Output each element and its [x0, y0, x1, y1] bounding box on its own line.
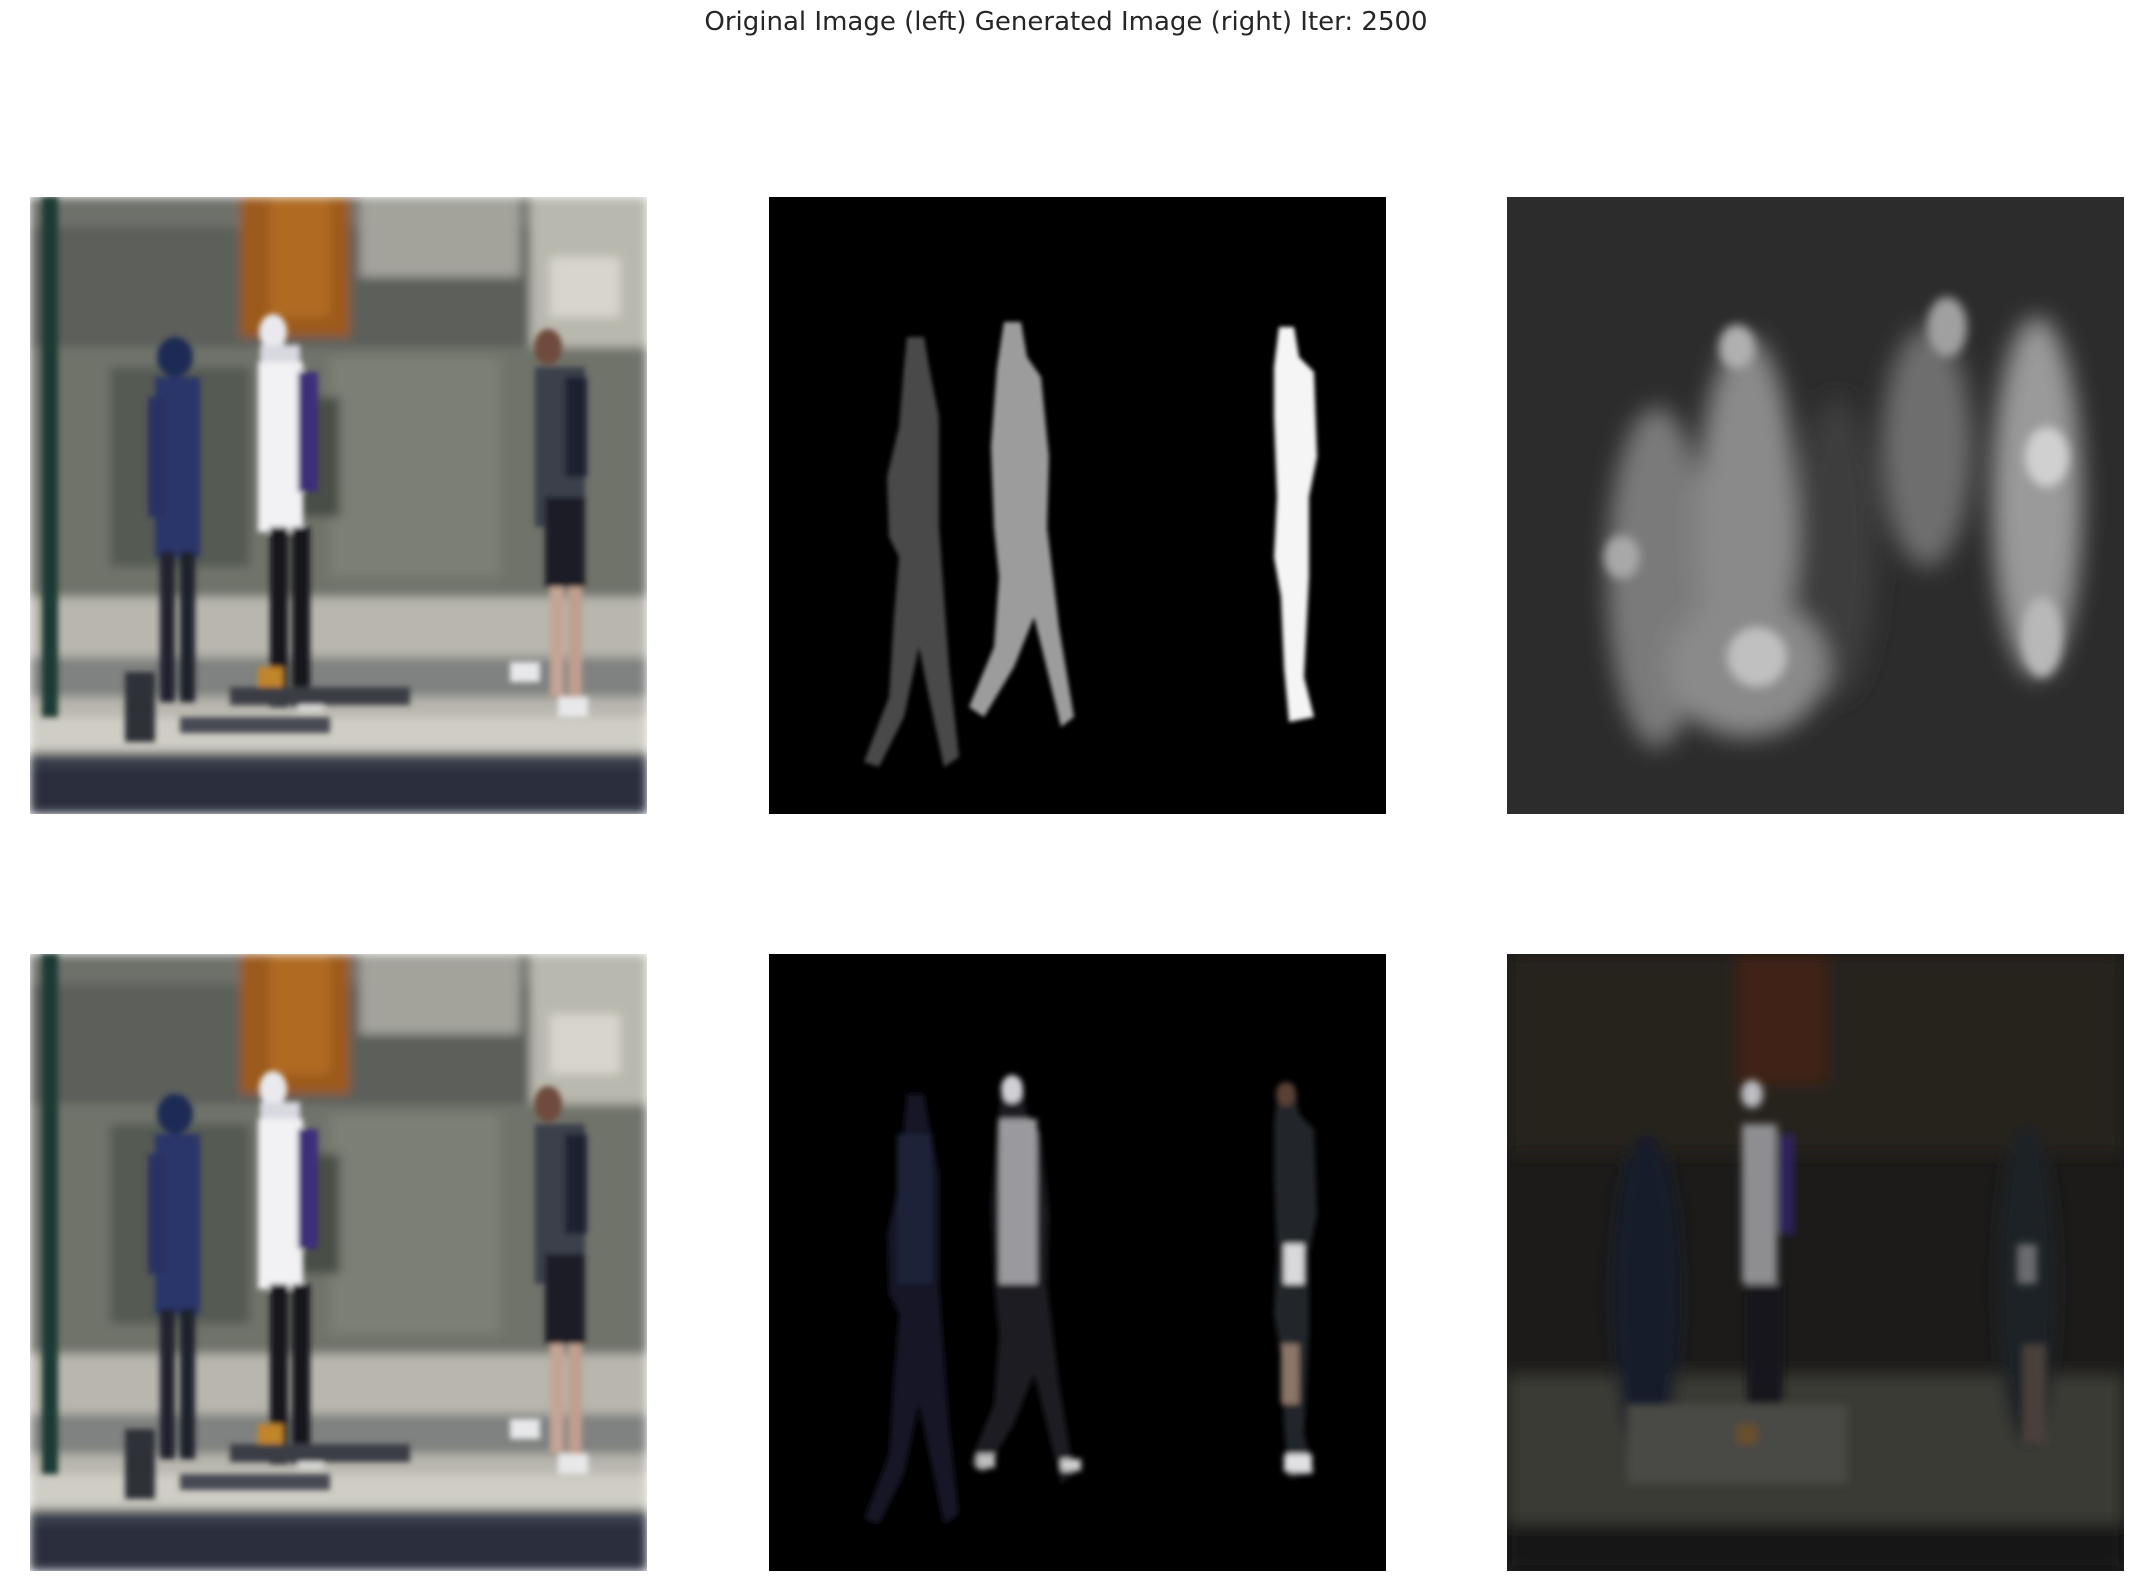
generated-photo: [1507, 954, 2124, 1571]
generated-photo-image: [1507, 954, 2124, 1571]
masked-photo: [769, 954, 1386, 1571]
masked-photo-image: [769, 954, 1386, 1571]
generated-mask-image: [1507, 197, 2124, 814]
original-photo-bottom: [30, 954, 647, 1571]
original-photo-bottom-image: [30, 954, 647, 1571]
segmentation-mask: [769, 197, 1386, 814]
figure-title: Original Image (left) Generated Image (r…: [704, 7, 1428, 37]
segmentation-mask-image: [769, 197, 1386, 814]
generated-mask: [1507, 197, 2124, 814]
original-photo-top: [30, 197, 647, 814]
original-photo-top-image: [30, 197, 647, 814]
